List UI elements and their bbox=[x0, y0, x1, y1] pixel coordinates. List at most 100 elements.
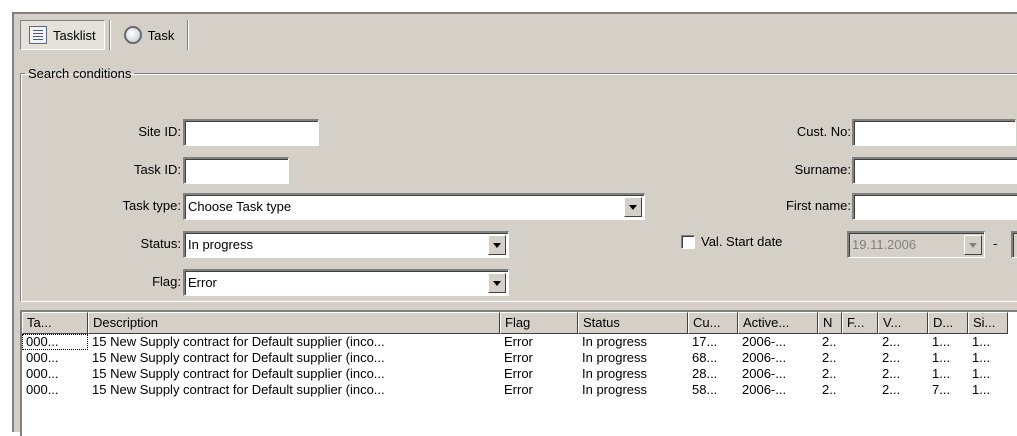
val-start-date-label: Val. Start date bbox=[701, 234, 783, 249]
task-type-select[interactable]: Choose Task type bbox=[183, 193, 645, 220]
table-cell: 1... bbox=[972, 366, 991, 381]
table-cell: 15 New Supply contract for Default suppl… bbox=[92, 350, 385, 365]
chevron-down-icon[interactable] bbox=[488, 235, 506, 255]
table-cell: Error bbox=[504, 366, 533, 381]
table-cell: In progress bbox=[582, 366, 648, 381]
search-conditions-group: Search conditions Site ID: Task ID: Task… bbox=[20, 66, 1017, 302]
table-cell: In progress bbox=[582, 334, 648, 349]
tab-separator bbox=[187, 20, 190, 50]
table-cell: 000... bbox=[22, 334, 88, 350]
table-cell: 2.. bbox=[822, 350, 837, 365]
cust-no-label: Cust. No: bbox=[796, 124, 851, 139]
table-cell: 1... bbox=[972, 334, 991, 349]
table-cell: 2006-... bbox=[742, 334, 787, 349]
toolbar: Tasklist Task bbox=[20, 18, 193, 52]
table-cell: 1... bbox=[932, 366, 951, 381]
column-header[interactable]: Flag bbox=[500, 312, 578, 334]
column-header[interactable]: Si... bbox=[968, 312, 1008, 334]
table-cell: 2.. bbox=[822, 382, 837, 397]
status-value: In progress bbox=[188, 237, 254, 252]
task-id-label: Task ID: bbox=[134, 162, 181, 177]
task-type-label: Task type: bbox=[122, 198, 181, 213]
task-type-value: Choose Task type bbox=[188, 199, 292, 214]
column-header[interactable]: Active... bbox=[738, 312, 818, 334]
table-cell: 2006-... bbox=[742, 350, 787, 365]
cust-no-input[interactable] bbox=[852, 119, 1016, 146]
table-cell: 2006-... bbox=[742, 366, 787, 381]
table-cell: 58... bbox=[692, 382, 718, 397]
surname-label: Surname: bbox=[794, 162, 851, 177]
column-header[interactable]: V... bbox=[878, 312, 928, 334]
flag-label: Flag: bbox=[152, 274, 181, 289]
surname-input[interactable] bbox=[852, 157, 1017, 184]
tab-separator bbox=[108, 20, 111, 50]
column-header[interactable]: Description bbox=[88, 312, 500, 334]
table-cell: 28... bbox=[692, 366, 718, 381]
table-cell: 1... bbox=[932, 350, 951, 365]
table-cell: 2.. bbox=[822, 334, 837, 349]
chevron-down-icon bbox=[964, 235, 982, 255]
date-range-separator: - bbox=[993, 236, 998, 251]
site-id-label: Site ID: bbox=[138, 124, 181, 139]
table-cell: Error bbox=[504, 350, 533, 365]
table-row[interactable]: 000... 15 New Supply contract for Default… bbox=[22, 382, 1008, 398]
task-id-input[interactable] bbox=[183, 157, 289, 184]
table-row[interactable]: 000... 15 New Supply contract for Default… bbox=[22, 366, 1008, 382]
val-start-date-from-value: 19.11.2006 bbox=[852, 237, 917, 252]
flag-value: Error bbox=[188, 275, 217, 290]
table-cell: 2... bbox=[882, 334, 901, 349]
table-cell: 15 New Supply contract for Default suppl… bbox=[92, 382, 385, 397]
table-cell: 2... bbox=[882, 350, 901, 365]
table-cell: Error bbox=[504, 382, 533, 397]
list-icon bbox=[29, 26, 47, 44]
status-select[interactable]: In progress bbox=[183, 231, 509, 258]
task-icon bbox=[123, 26, 142, 44]
val-start-date-from: 19.11.2006 bbox=[847, 231, 985, 258]
status-label: Status: bbox=[140, 236, 181, 251]
task-grid: Ta... Description Flag Status Cu... Active...… bbox=[20, 310, 1017, 436]
table-cell: 2.. bbox=[822, 366, 837, 381]
column-header[interactable]: F... bbox=[842, 312, 878, 334]
tab-task[interactable]: Task bbox=[115, 20, 184, 50]
chevron-down-icon[interactable] bbox=[624, 197, 642, 217]
chevron-down-icon[interactable] bbox=[488, 273, 506, 293]
table-cell bbox=[842, 366, 878, 382]
column-header[interactable]: D... bbox=[928, 312, 968, 334]
table-cell bbox=[842, 350, 878, 366]
table-cell: 1... bbox=[972, 350, 991, 365]
table-row[interactable]: 000... 15 New Supply contract for Default… bbox=[22, 334, 1008, 350]
table-cell: 2006-... bbox=[742, 382, 787, 397]
table-cell: In progress bbox=[582, 382, 648, 397]
search-conditions-legend: Search conditions bbox=[28, 66, 132, 81]
table-cell: 000... bbox=[26, 382, 59, 397]
first-name-input[interactable] bbox=[852, 193, 1017, 220]
grid-header: Ta... Description Flag Status Cu... Active...… bbox=[22, 312, 1008, 334]
tab-task-label: Task bbox=[147, 27, 175, 43]
table-cell: 000... bbox=[26, 350, 59, 365]
table-cell: 1... bbox=[972, 382, 991, 397]
column-header[interactable]: Ta... bbox=[22, 312, 88, 334]
column-header[interactable]: Cu... bbox=[688, 312, 738, 334]
table-cell: 7... bbox=[932, 382, 951, 397]
table-cell: 15 New Supply contract for Default suppl… bbox=[92, 366, 385, 381]
table-cell: Error bbox=[504, 334, 533, 349]
site-id-input[interactable] bbox=[183, 119, 319, 146]
table-cell: 2... bbox=[882, 366, 901, 381]
table-cell: 68... bbox=[692, 350, 718, 365]
tab-tasklist-label: Tasklist bbox=[53, 27, 96, 43]
column-header[interactable]: Status bbox=[578, 312, 688, 334]
tab-tasklist[interactable]: Tasklist bbox=[20, 20, 105, 50]
table-cell bbox=[842, 334, 878, 350]
first-name-label: First name: bbox=[785, 198, 851, 213]
table-cell: 2... bbox=[882, 382, 901, 397]
table-row[interactable]: 000... 15 New Supply contract for Default… bbox=[22, 350, 1008, 366]
table-cell bbox=[842, 382, 878, 398]
grid-body: 000... 15 New Supply contract for Default… bbox=[22, 334, 1008, 398]
table-cell: 15 New Supply contract for Default suppl… bbox=[92, 334, 385, 349]
val-start-date-checkbox[interactable] bbox=[681, 235, 695, 249]
table-cell: In progress bbox=[582, 350, 648, 365]
table-cell: 1... bbox=[932, 334, 951, 349]
table-cell: 17... bbox=[692, 334, 718, 349]
column-header[interactable]: N bbox=[818, 312, 842, 334]
flag-select[interactable]: Error bbox=[183, 269, 509, 296]
